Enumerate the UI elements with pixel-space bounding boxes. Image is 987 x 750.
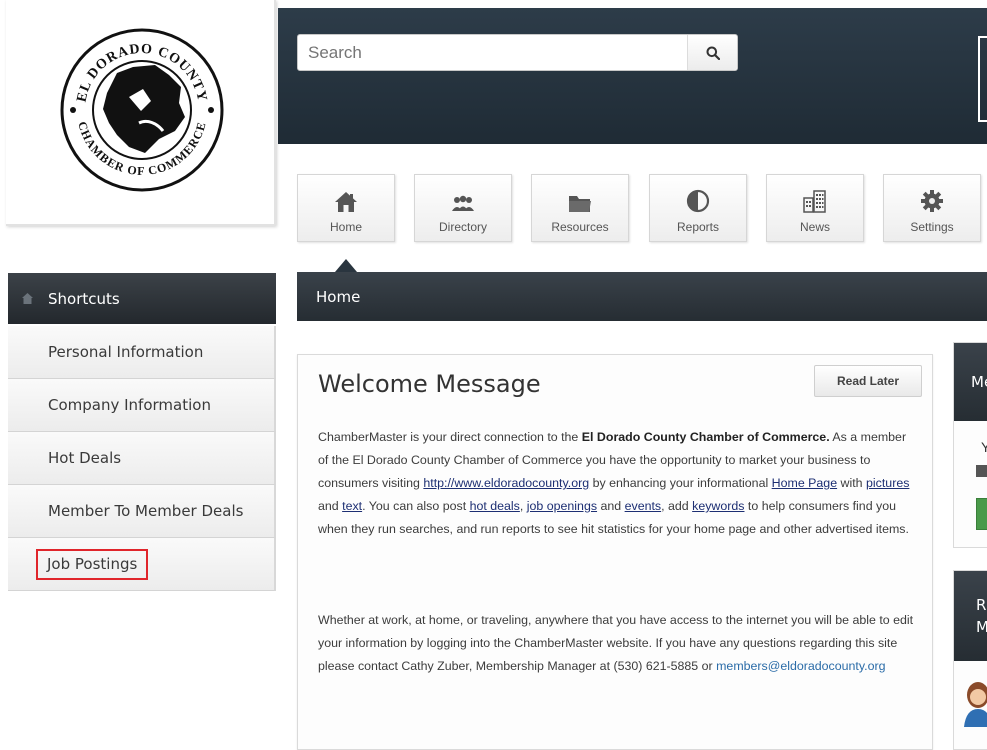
side-card-2: R M (953, 570, 987, 750)
job-openings-link[interactable]: job openings (527, 499, 597, 513)
text: with (837, 476, 867, 490)
welcome-paragraph-1: ChamberMaster is your direct connection … (318, 426, 918, 541)
text: , add (661, 499, 693, 513)
nav-tile-settings[interactable]: Settings (883, 174, 981, 242)
nav-tile-directory[interactable]: Directory (414, 174, 512, 242)
breadcrumb-current: Home (316, 287, 361, 306)
text: by enhancing your informational (589, 476, 772, 490)
sidebar-item-label: Member To Member Deals (48, 502, 244, 520)
pictures-link[interactable]: pictures (866, 476, 909, 490)
sidebar-item-label: Company Information (48, 396, 211, 414)
text: , (519, 499, 527, 513)
welcome-panel: Welcome Message Read Later ChamberMaster… (297, 354, 933, 750)
side-card-2-header: R M (954, 571, 987, 661)
breadcrumb: Home (297, 272, 987, 321)
side-card-title-line2: M (976, 616, 987, 638)
search-box (297, 34, 738, 71)
read-later-button[interactable]: Read Later (814, 365, 922, 397)
side-card-1: Me Y (953, 342, 987, 548)
home-icon (335, 192, 357, 212)
people-icon (452, 195, 474, 211)
nav-tile-news[interactable]: News (766, 174, 864, 242)
text-link[interactable]: text (342, 499, 362, 513)
sidebar-item-company-information[interactable]: Company Information (8, 379, 276, 432)
text: and (597, 499, 625, 513)
text: and (318, 499, 343, 513)
home-icon (22, 293, 33, 304)
nav-tile-label: News (799, 220, 830, 234)
sidebar-item-label: Hot Deals (48, 449, 122, 467)
side-card-text: Y (954, 421, 987, 455)
keywords-link[interactable]: keywords (692, 499, 744, 513)
nav-tile-label: Directory (438, 220, 487, 234)
search-button[interactable] (687, 35, 737, 70)
home-page-link[interactable]: Home Page (772, 476, 837, 490)
nav-tile-reports[interactable]: Reports (649, 174, 747, 242)
text: ChamberMaster is your direct connection … (318, 430, 582, 444)
sidebar-item-member-to-member-deals[interactable]: Member To Member Deals (8, 485, 276, 538)
nav-tile-home[interactable]: Home (297, 174, 395, 272)
top-header (278, 8, 987, 144)
chamber-seal-icon: EL DORADO COUNTY CHAMBER OF COMMERCE (60, 28, 224, 192)
side-card-title: Me (954, 343, 987, 421)
nav-tile-label: Settings (910, 220, 954, 234)
text: . You can also post (362, 499, 470, 513)
nav-tile-label: Resources (551, 220, 609, 234)
welcome-paragraph-2: Whether at work, at home, or traveling, … (318, 609, 918, 678)
chamber-name: El Dorado County Chamber of Commerce. (581, 430, 830, 444)
search-input[interactable] (298, 35, 686, 70)
nav-tile-label: Home (329, 220, 362, 234)
sidebar-header: Shortcuts (8, 273, 276, 324)
side-card-title: R (976, 596, 987, 614)
sidebar-item-label: Personal Information (48, 343, 204, 361)
sidebar-item-job-postings[interactable]: Job Postings (8, 538, 276, 591)
news-icon (803, 190, 826, 213)
email-link[interactable]: members@eldoradocounty.org (716, 659, 885, 673)
page-title: Welcome Message (318, 370, 541, 398)
sidebar-item-personal-information[interactable]: Personal Information (8, 326, 276, 379)
hot-deals-link[interactable]: hot deals (470, 499, 520, 513)
website-link[interactable]: http://www.eldoradocounty.org (423, 476, 589, 490)
folder-icon (569, 196, 591, 212)
shortcut-menu: Personal Information Company Information… (8, 326, 276, 591)
nav-tile-label: Reports (676, 220, 720, 234)
side-card-green-button[interactable] (976, 498, 987, 530)
side-card-bar (976, 465, 987, 477)
sidebar-item-label: Job Postings (36, 548, 149, 580)
sidebar-item-hot-deals[interactable]: Hot Deals (8, 432, 276, 485)
header-widget-frame (978, 36, 987, 122)
sidebar-header-label: Shortcuts (48, 289, 120, 308)
nav-tile-resources[interactable]: Resources (531, 174, 629, 242)
search-icon (706, 46, 720, 60)
avatar (964, 682, 987, 727)
gear-icon (921, 190, 943, 212)
events-link[interactable]: events (625, 499, 662, 513)
chamber-logo[interactable]: EL DORADO COUNTY CHAMBER OF COMMERCE (6, 0, 276, 226)
reports-icon (686, 189, 710, 213)
